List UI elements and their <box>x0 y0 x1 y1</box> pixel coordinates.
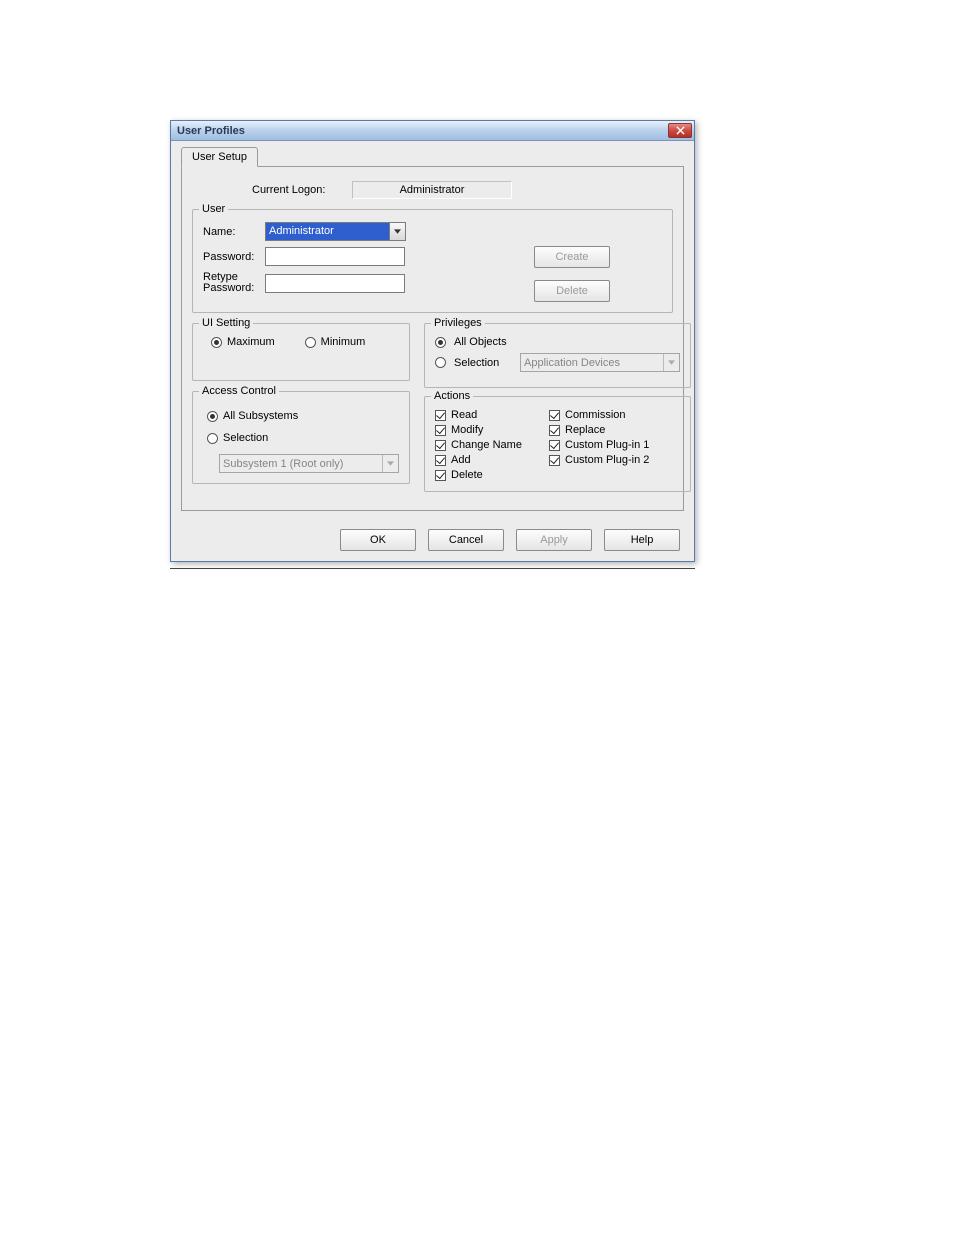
check-modify[interactable]: Modify <box>435 424 535 436</box>
radio-minimum[interactable]: Minimum <box>305 336 366 348</box>
chevron-down-icon <box>668 360 675 365</box>
check-add-label: Add <box>451 454 471 466</box>
check-commission-label: Commission <box>565 409 626 421</box>
radio-ac-selection-label: Selection <box>223 432 268 444</box>
ui-setting-group: UI Setting Maximum Minimum <box>192 323 410 381</box>
radio-maximum-label: Maximum <box>227 336 275 348</box>
privileges-selection-value: Application Devices <box>521 357 663 369</box>
tab-user-setup[interactable]: User Setup <box>181 147 258 167</box>
check-change-name[interactable]: Change Name <box>435 439 535 451</box>
radio-minimum-label: Minimum <box>321 336 366 348</box>
radio-maximum[interactable]: Maximum <box>211 336 275 348</box>
check-custom1[interactable]: Custom Plug-in 1 <box>549 439 649 451</box>
current-logon-value: Administrator <box>352 181 512 199</box>
tab-panel: Current Logon: Administrator User Name: … <box>181 166 684 511</box>
check-delete-label: Delete <box>451 469 483 481</box>
titlebar: User Profiles <box>171 121 694 141</box>
close-icon <box>676 126 685 135</box>
cancel-button[interactable]: Cancel <box>428 529 504 551</box>
radio-all-subsystems-input[interactable] <box>207 411 218 422</box>
radio-all-objects-label: All Objects <box>454 336 507 348</box>
check-custom2-label: Custom Plug-in 2 <box>565 454 649 466</box>
name-combo[interactable]: Administrator <box>265 222 405 241</box>
ok-button[interactable]: OK <box>340 529 416 551</box>
button-row: OK Cancel Apply Help <box>171 521 694 561</box>
name-value: Administrator <box>266 223 389 240</box>
check-modify-input[interactable] <box>435 425 446 436</box>
check-commission[interactable]: Commission <box>549 409 649 421</box>
radio-all-subsystems[interactable]: All Subsystems <box>207 410 399 422</box>
check-custom1-label: Custom Plug-in 1 <box>565 439 649 451</box>
retype-password-input[interactable] <box>265 274 405 293</box>
check-custom2-input[interactable] <box>549 455 560 466</box>
create-button[interactable]: Create <box>534 246 610 268</box>
delete-button[interactable]: Delete <box>534 280 610 302</box>
name-dropdown-button[interactable] <box>389 222 406 241</box>
actions-legend: Actions <box>431 390 473 402</box>
apply-button[interactable]: Apply <box>516 529 592 551</box>
chevron-down-icon <box>387 461 394 466</box>
check-delete[interactable]: Delete <box>435 469 535 481</box>
check-custom1-input[interactable] <box>549 440 560 451</box>
password-input[interactable] <box>265 247 405 266</box>
check-modify-label: Modify <box>451 424 483 436</box>
client-area: User Setup Current Logon: Administrator … <box>171 141 694 521</box>
check-add[interactable]: Add <box>435 454 535 466</box>
check-delete-input[interactable] <box>435 470 446 481</box>
divider <box>170 568 695 569</box>
radio-priv-selection-label: Selection <box>454 357 512 369</box>
check-read-label: Read <box>451 409 477 421</box>
user-profiles-dialog: User Profiles User Setup Current Logon: … <box>170 120 695 562</box>
current-logon-row: Current Logon: Administrator <box>252 181 673 199</box>
close-button[interactable] <box>668 123 692 138</box>
user-group: User Name: Administrator <box>192 209 673 313</box>
radio-maximum-input[interactable] <box>211 337 222 348</box>
check-replace-input[interactable] <box>549 425 560 436</box>
chevron-down-icon <box>394 229 401 234</box>
radio-all-subsystems-label: All Subsystems <box>223 410 298 422</box>
name-label: Name: <box>203 226 265 238</box>
subsystem-dropdown-button <box>382 455 398 472</box>
check-replace[interactable]: Replace <box>549 424 649 436</box>
help-button[interactable]: Help <box>604 529 680 551</box>
radio-all-objects-input[interactable] <box>435 337 446 348</box>
password-label: Password: <box>203 251 265 263</box>
tab-strip: User Setup <box>181 147 684 167</box>
privileges-group: Privileges All Objects Selection Applica… <box>424 323 691 388</box>
current-logon-label: Current Logon: <box>252 184 352 196</box>
radio-all-objects[interactable]: All Objects <box>435 336 680 348</box>
actions-group: Actions Read Modify Change Name Add Dele… <box>424 396 691 492</box>
check-change-name-label: Change Name <box>451 439 522 451</box>
radio-priv-selection-row: Selection Application Devices <box>435 353 680 372</box>
check-add-input[interactable] <box>435 455 446 466</box>
check-read[interactable]: Read <box>435 409 535 421</box>
radio-ac-selection-input[interactable] <box>207 433 218 444</box>
subsystem-combo: Subsystem 1 (Root only) <box>219 454 399 473</box>
user-legend: User <box>199 203 228 215</box>
privileges-legend: Privileges <box>431 317 485 329</box>
dialog-title: User Profiles <box>177 125 668 137</box>
check-replace-label: Replace <box>565 424 605 436</box>
subsystem-value: Subsystem 1 (Root only) <box>220 458 382 470</box>
check-read-input[interactable] <box>435 410 446 421</box>
radio-ac-selection[interactable]: Selection <box>207 432 399 444</box>
check-commission-input[interactable] <box>549 410 560 421</box>
privileges-dropdown-button <box>663 354 679 371</box>
retype-password-label: Retype Password: <box>203 272 265 294</box>
ui-setting-legend: UI Setting <box>199 317 253 329</box>
check-custom2[interactable]: Custom Plug-in 2 <box>549 454 649 466</box>
radio-priv-selection-input[interactable] <box>435 357 446 368</box>
access-control-group: Access Control All Subsystems Selection <box>192 391 410 484</box>
check-change-name-input[interactable] <box>435 440 446 451</box>
radio-minimum-input[interactable] <box>305 337 316 348</box>
privileges-selection-combo: Application Devices <box>520 353 680 372</box>
access-control-legend: Access Control <box>199 385 279 397</box>
